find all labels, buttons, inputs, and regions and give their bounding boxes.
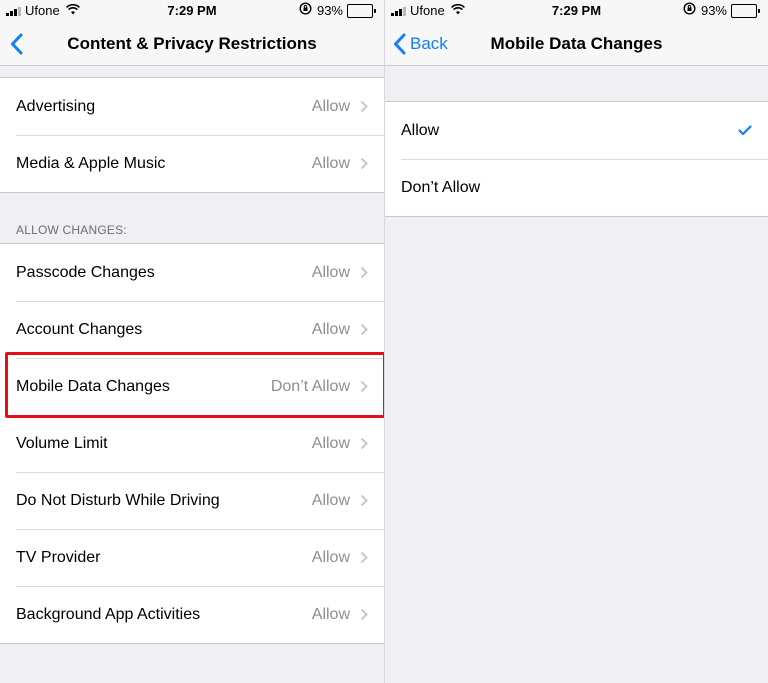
settings-row-account-changes[interactable]: Account Changes Allow <box>0 301 384 358</box>
settings-row-mobile-data-changes[interactable]: Mobile Data Changes Don’t Allow <box>0 358 384 415</box>
row-label: Passcode Changes <box>16 263 155 281</box>
option-label: Don’t Allow <box>401 178 481 196</box>
row-label: Background App Activities <box>16 605 201 623</box>
top-settings-group: Advertising Allow Media & Apple Music Al… <box>0 77 384 193</box>
row-value: Allow <box>311 434 350 452</box>
row-label: Advertising <box>16 97 96 115</box>
row-value: Allow <box>311 605 350 623</box>
row-value: Allow <box>311 154 350 172</box>
chevron-right-icon <box>360 380 368 393</box>
row-value: Allow <box>311 97 350 115</box>
checkmark-icon <box>738 125 752 136</box>
row-label: Do Not Disturb While Driving <box>16 491 220 509</box>
status-bar: Ufone 7:29 PM 93% <box>0 0 384 22</box>
chevron-right-icon <box>360 266 368 279</box>
settings-row-passcode-changes[interactable]: Passcode Changes Allow <box>0 244 384 301</box>
row-value: Allow <box>311 320 350 338</box>
settings-row-volume-limit[interactable]: Volume Limit Allow <box>0 415 384 472</box>
status-bar: Ufone 7:29 PM 93% <box>385 0 768 22</box>
content-privacy-screen: Ufone 7:29 PM 93% Content & Privacy Rest… <box>0 0 384 683</box>
page-title: Mobile Data Changes <box>490 34 663 53</box>
row-value: Allow <box>311 491 350 509</box>
settings-row-background-app-activities[interactable]: Background App Activities Allow <box>0 586 384 643</box>
battery-icon <box>731 4 760 18</box>
chevron-right-icon <box>360 323 368 336</box>
row-value: Allow <box>311 548 350 566</box>
option-dont-allow[interactable]: Don’t Allow <box>385 159 768 216</box>
options-group: Allow Don’t Allow <box>385 101 768 217</box>
row-label: Mobile Data Changes <box>16 377 170 395</box>
row-label: Volume Limit <box>16 434 108 452</box>
settings-row-media-apple-music[interactable]: Media & Apple Music Allow <box>0 135 384 192</box>
orientation-lock-icon <box>299 0 312 22</box>
settings-row-advertising[interactable]: Advertising Allow <box>0 78 384 135</box>
chevron-right-icon <box>360 157 368 170</box>
row-label: Account Changes <box>16 320 143 338</box>
row-label: TV Provider <box>16 548 101 566</box>
battery-icon <box>347 4 376 18</box>
battery-percent: 93% <box>316 3 343 18</box>
mobile-data-changes-screen: Ufone 7:29 PM 93% Back Mobile Data Chang… <box>384 0 768 683</box>
option-allow[interactable]: Allow <box>385 102 768 159</box>
battery-percent: 93% <box>700 3 727 18</box>
row-label: Media & Apple Music <box>16 154 166 172</box>
row-value: Allow <box>311 263 350 281</box>
row-value: Don’t Allow <box>270 377 350 395</box>
orientation-lock-icon <box>683 0 696 22</box>
chevron-right-icon <box>360 100 368 113</box>
navigation-bar: Back Mobile Data Changes <box>385 22 768 66</box>
chevron-right-icon <box>360 437 368 450</box>
settings-row-tv-provider[interactable]: TV Provider Allow <box>0 529 384 586</box>
allow-changes-group: Passcode Changes Allow Account Changes A… <box>0 243 384 644</box>
chevron-right-icon <box>360 608 368 621</box>
section-header-allow-changes: ALLOW CHANGES: <box>16 223 127 237</box>
chevron-right-icon <box>360 551 368 564</box>
page-title: Content & Privacy Restrictions <box>67 34 317 53</box>
navigation-bar: Content & Privacy Restrictions <box>0 22 384 66</box>
option-label: Allow <box>401 121 440 139</box>
settings-row-do-not-disturb-while-driving[interactable]: Do Not Disturb While Driving Allow <box>0 472 384 529</box>
chevron-right-icon <box>360 494 368 507</box>
